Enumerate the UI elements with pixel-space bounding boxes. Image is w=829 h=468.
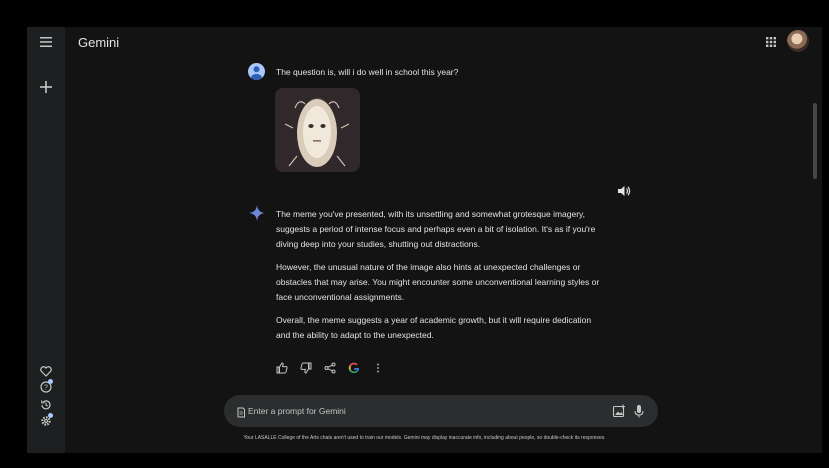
notification-dot bbox=[48, 413, 53, 418]
user-avatar-icon bbox=[248, 63, 265, 80]
app-title[interactable]: Gemini bbox=[78, 35, 119, 50]
footer-disclaimer: Your LASALLE College of the Arts chats a… bbox=[243, 435, 606, 441]
account-avatar[interactable] bbox=[787, 30, 809, 52]
response-paragraph: Overall, the meme suggests a year of aca… bbox=[276, 315, 592, 340]
hamburger-menu-icon[interactable] bbox=[36, 32, 56, 52]
settings-icon[interactable] bbox=[36, 411, 56, 431]
model-response: The meme you've presented, with its unse… bbox=[276, 207, 606, 351]
google-g-icon[interactable] bbox=[348, 362, 360, 374]
prompt-input[interactable] bbox=[248, 403, 598, 419]
response-actions bbox=[276, 361, 384, 375]
listen-speaker-icon[interactable] bbox=[617, 184, 631, 196]
user-message: The question is, will i do well in schoo… bbox=[276, 67, 459, 77]
prompt-shield-icon bbox=[236, 405, 246, 418]
microphone-icon[interactable] bbox=[633, 403, 645, 419]
svg-text:?: ? bbox=[44, 385, 48, 392]
gemini-sparkle-icon bbox=[249, 205, 265, 221]
notification-dot bbox=[48, 379, 53, 384]
share-icon[interactable] bbox=[324, 362, 336, 374]
prompt-bar bbox=[224, 395, 658, 427]
help-icon[interactable]: ? bbox=[36, 377, 56, 397]
new-chat-plus-icon[interactable] bbox=[36, 77, 56, 97]
thumbs-up-icon[interactable] bbox=[276, 362, 288, 374]
scrollbar[interactable] bbox=[813, 103, 817, 179]
app-window: ? Gemini The question is, will i do well… bbox=[27, 27, 822, 453]
uploaded-meme-image[interactable] bbox=[275, 88, 360, 172]
add-image-icon[interactable] bbox=[612, 404, 626, 418]
response-paragraph: The meme you've presented, with its unse… bbox=[276, 209, 596, 249]
thumbs-down-icon[interactable] bbox=[300, 362, 312, 374]
google-apps-icon[interactable] bbox=[763, 34, 779, 50]
response-paragraph: However, the unusual nature of the image… bbox=[276, 262, 600, 302]
more-vert-icon[interactable] bbox=[372, 362, 384, 374]
sidebar: ? bbox=[27, 27, 65, 453]
